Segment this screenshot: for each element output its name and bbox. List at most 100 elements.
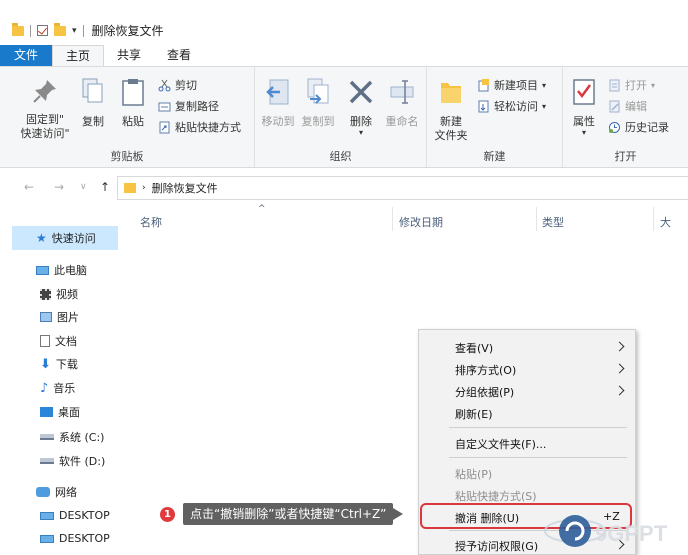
quick-access-toolbar: ▾ 删除恢复文件	[12, 22, 164, 39]
menu-item-view[interactable]: 查看(V)	[455, 340, 493, 356]
menu-item-paste[interactable]: 粘贴(P)	[455, 466, 492, 482]
site-logo-watermark: 9GPPT	[544, 515, 668, 547]
recent-locations-chevron-icon[interactable]: ∨	[80, 182, 87, 192]
rename-button[interactable]: 重命名	[383, 77, 421, 129]
up-arrow-icon[interactable]: ↑	[100, 180, 110, 194]
annotation-text: 点击“撤销删除”或者快捷键“Ctrl+Z”	[183, 503, 404, 525]
nav-item-network[interactable]: 网络	[36, 484, 77, 500]
column-type[interactable]: 类型	[542, 214, 564, 230]
submenu-chevron-icon	[614, 363, 625, 374]
column-divider[interactable]	[392, 207, 393, 231]
new-folder-icon[interactable]	[54, 22, 66, 36]
easy-access-button[interactable]: 轻松访问 ▾	[477, 98, 546, 114]
submenu-chevron-icon	[614, 341, 625, 352]
tab-home[interactable]: 主页	[52, 45, 105, 66]
nav-item-this-pc[interactable]: 此电脑	[36, 262, 87, 278]
nav-label: 网络	[55, 486, 77, 499]
new-item-label: 新建项目	[494, 79, 538, 92]
paste-button[interactable]: 粘贴	[115, 77, 151, 129]
menu-item-sort[interactable]: 排序方式(O)	[455, 362, 516, 378]
delete-dropdown-icon[interactable]: ▾	[347, 129, 375, 137]
copy-label: 复制	[82, 115, 104, 128]
customize-toolbar-dropdown-icon[interactable]: ▾	[72, 26, 77, 36]
move-to-button[interactable]: 移动到	[259, 77, 297, 129]
edit-label: 编辑	[625, 100, 647, 113]
path-segment[interactable]: 删除恢复文件	[152, 180, 218, 196]
pin-to-quick-access-button[interactable]: 固定到" 快速访问"	[14, 77, 76, 141]
new-item-icon	[478, 78, 489, 91]
menu-item-group-by[interactable]: 分组依据(P)	[455, 384, 514, 400]
nav-label: 下载	[55, 358, 78, 371]
nav-item-drive-c[interactable]: 系统 (C:)	[40, 429, 104, 445]
column-divider[interactable]	[536, 207, 537, 231]
video-icon	[40, 288, 51, 300]
nav-label: 音乐	[53, 382, 76, 395]
network-icon	[36, 487, 50, 497]
nav-item-drive-d[interactable]: 软件 (D:)	[40, 453, 105, 469]
column-name[interactable]: 名称	[140, 214, 162, 230]
tab-share[interactable]: 共享	[104, 45, 154, 66]
new-item-dropdown-icon: ▾	[542, 80, 547, 90]
menu-item-refresh[interactable]: 刷新(E)	[455, 406, 493, 422]
forward-arrow-icon[interactable]: →	[54, 180, 64, 194]
nav-item-music[interactable]: ♪ 音乐	[40, 380, 75, 396]
tab-file[interactable]: 文件	[0, 45, 53, 66]
properties-button[interactable]: 属性 ▾	[567, 77, 601, 137]
sort-indicator-icon: ^	[258, 204, 266, 214]
nav-item-quick-access[interactable]: ★ 快速访问	[12, 226, 118, 250]
document-icon	[40, 335, 50, 347]
back-arrow-icon[interactable]: ←	[24, 180, 34, 194]
column-date-modified[interactable]: 修改日期	[399, 214, 443, 230]
paste-shortcut-button[interactable]: 粘贴快捷方式	[158, 119, 241, 135]
nav-item-desktop-computer[interactable]: DESKTOP	[40, 532, 110, 545]
tab-view[interactable]: 查看	[154, 45, 204, 66]
nav-item-documents[interactable]: 文档	[40, 333, 77, 349]
properties-check-icon	[573, 79, 595, 105]
copy-to-button[interactable]: 复制到	[299, 77, 337, 129]
download-arrow-icon: ⬇	[40, 356, 51, 372]
computer-icon	[36, 265, 49, 275]
open-button[interactable]: 打开 ▾	[608, 77, 655, 93]
nav-item-pictures[interactable]: 图片	[40, 309, 79, 325]
nav-item-desktop[interactable]: 桌面	[40, 404, 80, 420]
copy-path-icon	[158, 102, 171, 111]
new-item-button[interactable]: 新建项目 ▾	[477, 77, 546, 93]
pin-label-line2: 快速访问"	[20, 127, 70, 140]
system-drive-icon	[40, 434, 54, 440]
column-divider[interactable]	[653, 207, 654, 231]
move-to-label: 移动到	[261, 115, 295, 128]
easy-access-dropdown-icon: ▾	[542, 101, 547, 111]
step-badge: 1	[160, 506, 175, 522]
path-chevron-icon: ›	[142, 183, 146, 193]
nav-item-downloads[interactable]: ⬇ 下载	[40, 356, 78, 372]
menu-item-paste-shortcut[interactable]: 粘贴快捷方式(S)	[455, 488, 537, 504]
star-icon: ★	[36, 231, 47, 245]
organize-group: 移动到 复制到 删除 ▾ 重命名 组织	[255, 67, 427, 167]
new-folder-button[interactable]: 新建 文件夹	[433, 77, 469, 143]
properties-check-icon[interactable]	[37, 25, 48, 36]
cut-button[interactable]: 剪切	[158, 77, 197, 93]
delete-button[interactable]: 删除 ▾	[347, 77, 375, 137]
copy-path-button[interactable]: 复制路径	[158, 98, 219, 114]
easy-access-icon	[478, 100, 489, 112]
menu-divider	[449, 427, 627, 428]
address-path-box[interactable]: › 删除恢复文件	[117, 176, 688, 200]
edit-button[interactable]: 编辑	[608, 98, 647, 114]
column-size[interactable]: 大	[660, 214, 671, 230]
nav-label: 此电脑	[54, 264, 87, 277]
title-bar: ▾ 删除恢复文件	[0, 0, 688, 44]
copy-button[interactable]: 复制	[78, 77, 108, 129]
copy-icon	[82, 78, 103, 103]
menu-item-customize-folder[interactable]: 自定义文件夹(F)...	[455, 436, 546, 452]
nav-item-videos[interactable]: 视频	[40, 286, 78, 302]
properties-dropdown-icon[interactable]: ▾	[567, 129, 601, 137]
new-group-label: 新建	[483, 150, 506, 163]
desktop-icon	[40, 407, 53, 417]
clipboard-group: 固定到" 快速访问" 复制 粘贴 剪切 复制路径 粘贴快捷方式 剪贴板	[0, 67, 255, 167]
computer-icon	[40, 511, 54, 520]
annotation-callout: 1 点击“撤销删除”或者快捷键“Ctrl+Z”	[160, 503, 404, 525]
nav-item-desktop-computer[interactable]: DESKTOP	[40, 509, 110, 522]
open-dropdown-icon: ▾	[651, 80, 656, 90]
history-button[interactable]: 历史记录	[608, 119, 669, 135]
nav-label: 软件 (D:)	[59, 455, 106, 468]
